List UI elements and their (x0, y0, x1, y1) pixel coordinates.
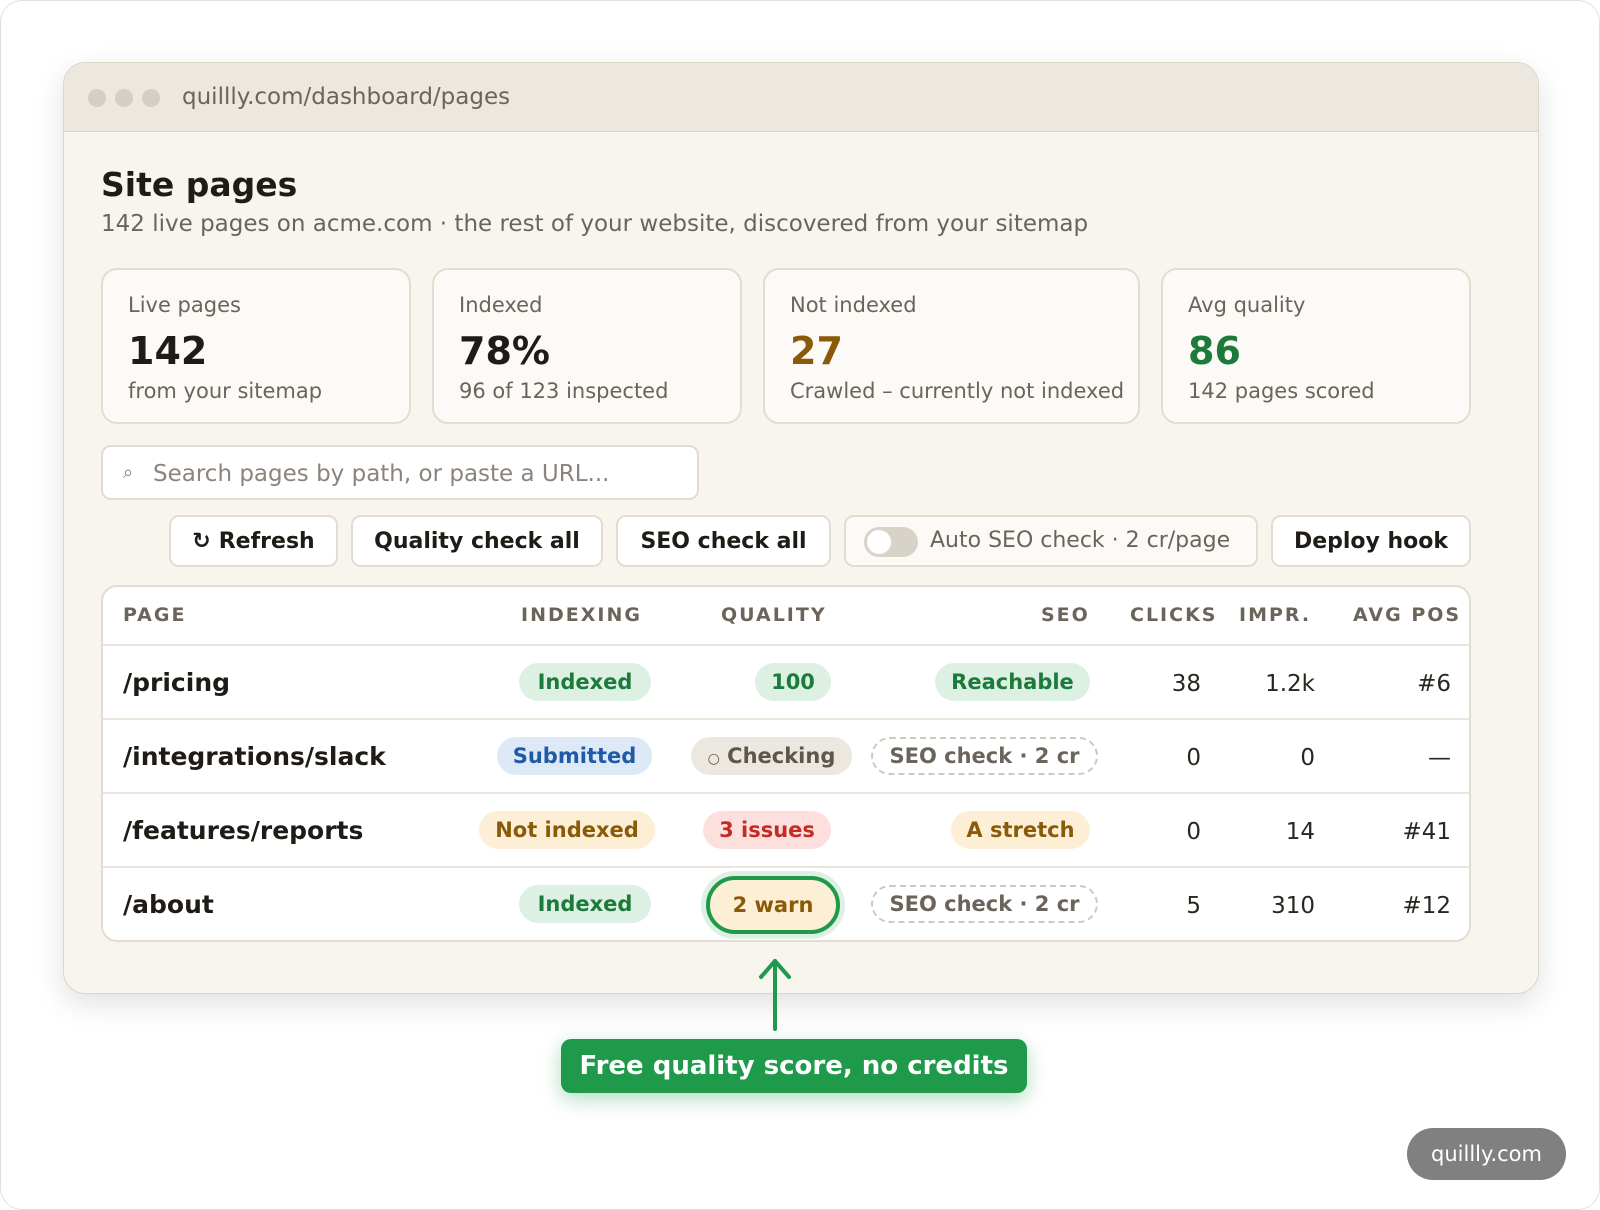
avg-pos-value: — (1428, 745, 1451, 771)
auto-seo-toggle[interactable] (864, 527, 918, 557)
avg-pos-value: #41 (1402, 819, 1451, 845)
stat-value: 142 (128, 329, 208, 373)
table-row[interactable]: /pricing Indexed 100 Reachable 38 1.2k #… (103, 644, 1469, 720)
column-header-clicks[interactable]: CLICKS (1130, 601, 1217, 629)
indexing-status-badge: Indexed (519, 663, 651, 701)
table-row[interactable]: /about Indexed 2 warn SEO check · 2 cr 5… (103, 866, 1469, 940)
clicks-value: 5 (1186, 893, 1201, 919)
quality-issues-badge[interactable]: 3 issues (703, 811, 831, 849)
brand-watermark: quillly.com (1407, 1128, 1566, 1180)
page-path-link[interactable]: /about (123, 888, 214, 922)
indexing-status-badge: Not indexed (479, 811, 655, 849)
stat-card-indexed: Indexed 78% 96 of 123 inspected (432, 268, 742, 424)
window-minimize-dot[interactable] (115, 89, 133, 107)
stat-value: 86 (1188, 329, 1241, 373)
arrow-up-icon (759, 959, 791, 1031)
stat-note: 96 of 123 inspected (459, 379, 669, 403)
quality-warn-badge[interactable]: 2 warn (706, 876, 840, 934)
auto-seo-toggle-control[interactable]: Auto SEO check · 2 cr/page (844, 515, 1258, 567)
impressions-value: 1.2k (1265, 671, 1315, 697)
clicks-value: 0 (1186, 745, 1201, 771)
column-header-avg-pos[interactable]: AVG POS (1353, 601, 1461, 629)
page-path-link[interactable]: /pricing (123, 666, 230, 700)
column-header-page[interactable]: PAGE (123, 601, 186, 629)
page-title: Site pages (101, 165, 298, 204)
page-path-link[interactable]: /features/reports (123, 814, 363, 848)
toggle-knob (867, 530, 891, 554)
avg-pos-value: #12 (1402, 893, 1451, 919)
pages-table: PAGE INDEXING QUALITY SEO CLICKS IMPR. A… (101, 585, 1471, 942)
impressions-value: 310 (1271, 893, 1315, 919)
search-input[interactable] (151, 455, 685, 493)
spinner-icon: ○ (707, 751, 720, 767)
seo-check-button[interactable]: SEO check · 2 cr (871, 737, 1098, 775)
search-box[interactable]: ⌕ (101, 445, 699, 500)
clicks-value: 38 (1171, 671, 1201, 697)
clicks-value: 0 (1186, 819, 1201, 845)
stat-label: Indexed (459, 293, 543, 317)
refresh-button[interactable]: ↻ Refresh (169, 515, 338, 567)
deploy-hook-button[interactable]: Deploy hook (1271, 515, 1471, 567)
page: quillly.com/dashboard/pages Site pages 1… (0, 0, 1600, 1210)
column-header-quality[interactable]: QUALITY (721, 601, 827, 629)
indexing-status-badge: Submitted (497, 737, 652, 775)
seo-check-all-button[interactable]: SEO check all (616, 515, 831, 567)
stat-card-avg-quality: Avg quality 86 142 pages scored (1161, 268, 1471, 424)
stat-value: 27 (790, 329, 843, 373)
table-row[interactable]: /features/reports Not indexed 3 issues A… (103, 792, 1469, 868)
table-row[interactable]: /integrations/slack Submitted ○ Checking… (103, 718, 1469, 794)
quality-checking-badge: ○ Checking (691, 737, 852, 775)
auto-seo-label: Auto SEO check · 2 cr/page (930, 528, 1231, 553)
stat-note: Crawled – currently not indexed (790, 379, 1125, 403)
page-subtitle: 142 live pages on acme.com · the rest of… (101, 211, 1089, 237)
avg-pos-value: #6 (1417, 671, 1451, 697)
search-icon: ⌕ (123, 462, 134, 483)
column-header-indexing[interactable]: INDEXING (521, 601, 642, 629)
impressions-value: 14 (1285, 819, 1315, 845)
stat-label: Live pages (128, 293, 241, 317)
stat-card-live-pages: Live pages 142 from your sitemap (101, 268, 411, 424)
quality-checking-label: Checking (727, 744, 836, 768)
stat-label: Avg quality (1188, 293, 1306, 317)
stat-note: 142 pages scored (1188, 379, 1375, 403)
seo-status-badge: Reachable (935, 663, 1090, 701)
quality-check-all-button[interactable]: Quality check all (351, 515, 603, 567)
window-maximize-dot[interactable] (142, 89, 160, 107)
quality-score-badge[interactable]: 100 (755, 663, 831, 701)
refresh-icon: ↻ (192, 528, 211, 554)
refresh-label: Refresh (218, 528, 315, 554)
browser-window: quillly.com/dashboard/pages Site pages 1… (63, 62, 1539, 994)
stat-note: from your sitemap (128, 379, 323, 403)
browser-titlebar: quillly.com/dashboard/pages (64, 63, 1538, 132)
address-bar-url[interactable]: quillly.com/dashboard/pages (182, 81, 510, 113)
column-header-seo[interactable]: SEO (1041, 601, 1090, 629)
stat-card-not-indexed: Not indexed 27 Crawled – currently not i… (763, 268, 1140, 424)
seo-status-badge: A stretch (951, 811, 1090, 849)
annotation-callout: Free quality score, no credits (561, 1039, 1027, 1093)
column-header-impressions[interactable]: IMPR. (1239, 601, 1311, 629)
page-path-link[interactable]: /integrations/slack (123, 740, 386, 774)
impressions-value: 0 (1300, 745, 1315, 771)
indexing-status-badge: Indexed (519, 885, 651, 923)
seo-check-button[interactable]: SEO check · 2 cr (871, 885, 1098, 923)
window-close-dot[interactable] (88, 89, 106, 107)
stat-label: Not indexed (790, 293, 917, 317)
stat-value: 78% (459, 329, 550, 373)
